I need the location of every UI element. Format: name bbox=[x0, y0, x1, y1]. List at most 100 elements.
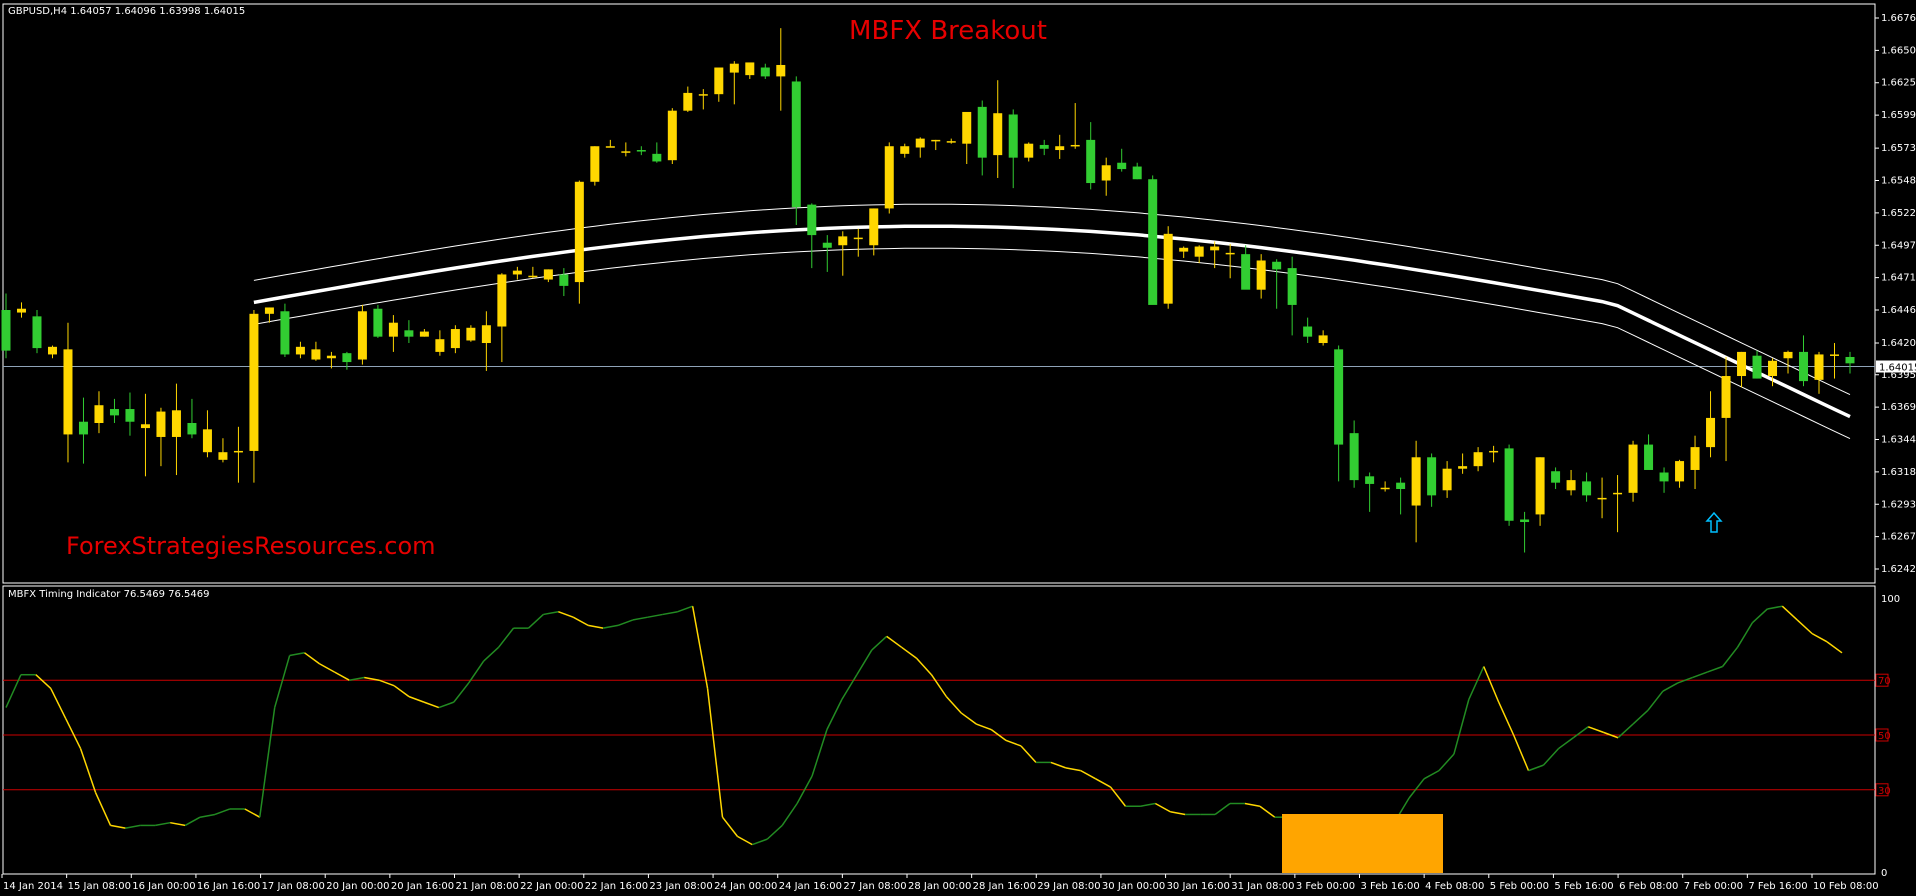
candle bbox=[946, 138, 956, 144]
price-tick-label: 1.62930 bbox=[1881, 499, 1916, 510]
candle bbox=[1644, 434, 1654, 470]
candle bbox=[1628, 440, 1638, 502]
indicator-segment bbox=[94, 792, 112, 826]
indicator-segment bbox=[588, 624, 604, 629]
indicator-segment bbox=[110, 824, 126, 829]
indicator-segment bbox=[662, 610, 678, 616]
indicator-segment bbox=[1587, 726, 1604, 733]
candle bbox=[94, 391, 104, 434]
candlestick-series bbox=[1, 28, 1855, 553]
indicator-segment bbox=[527, 613, 544, 629]
candle-body bbox=[884, 146, 894, 209]
candle bbox=[1070, 103, 1080, 149]
price-tick-label: 1.65995 bbox=[1881, 110, 1916, 121]
candle-body bbox=[1473, 452, 1483, 467]
indicator-segment bbox=[468, 660, 485, 684]
candle-body bbox=[745, 62, 755, 76]
time-tick-label: 15 Jan 08:00 bbox=[68, 881, 131, 892]
chart-canvas[interactable]: 1.66760 1.66505 1.66250 1.65995 1.65735 1.654… bbox=[0, 0, 1916, 896]
candle bbox=[1489, 445, 1499, 463]
candle-body bbox=[1721, 376, 1731, 418]
candle bbox=[1504, 444, 1514, 526]
candle-body bbox=[140, 424, 150, 429]
candle-body bbox=[869, 208, 879, 246]
candle-body bbox=[295, 346, 305, 355]
candle-body bbox=[574, 181, 584, 283]
time-tick-label: 16 Jan 00:00 bbox=[132, 881, 195, 892]
indicator-panel-frame bbox=[2, 585, 1876, 875]
buy-arrow-icon bbox=[1705, 511, 1723, 533]
candle-body bbox=[1334, 349, 1344, 445]
candle-body bbox=[1489, 450, 1499, 453]
time-tick-label: 5 Feb 16:00 bbox=[1554, 881, 1613, 892]
candle bbox=[140, 393, 150, 477]
indicator-segment bbox=[1632, 709, 1649, 725]
indicator-segment bbox=[1259, 805, 1276, 818]
candle-body bbox=[481, 325, 491, 344]
price-tick-label: 1.66760 bbox=[1881, 13, 1916, 24]
current-price-label: 1.64015 bbox=[1879, 363, 1916, 374]
candle-body bbox=[1799, 351, 1809, 382]
candle-body bbox=[931, 139, 941, 142]
candle bbox=[1024, 142, 1034, 162]
time-tick-label: 3 Feb 00:00 bbox=[1296, 881, 1355, 892]
indicator-segment bbox=[1528, 764, 1544, 772]
indicator-segment bbox=[65, 718, 82, 750]
candle-body bbox=[1442, 468, 1452, 491]
candle bbox=[698, 89, 708, 110]
indicator-tick-label: 0 bbox=[1881, 868, 1887, 879]
candle-body bbox=[1845, 356, 1855, 364]
candle bbox=[404, 320, 414, 344]
indicator-segment bbox=[1214, 802, 1231, 816]
candle bbox=[1737, 351, 1747, 388]
indicator-segment bbox=[289, 652, 305, 657]
indicator-segment bbox=[1140, 802, 1156, 807]
candle bbox=[1225, 243, 1235, 279]
candle-body bbox=[1768, 360, 1778, 377]
candle bbox=[1752, 350, 1762, 379]
candle-body bbox=[1179, 247, 1189, 252]
candle bbox=[497, 273, 507, 363]
candle-body bbox=[760, 67, 770, 77]
indicator-segment bbox=[1080, 769, 1097, 780]
candle bbox=[714, 67, 724, 102]
indicator-segment bbox=[155, 821, 171, 827]
candle bbox=[125, 392, 135, 436]
candle bbox=[1086, 122, 1096, 190]
candle-body bbox=[1628, 444, 1638, 493]
price-tick-label: 1.63440 bbox=[1881, 435, 1916, 446]
indicator-segment bbox=[319, 663, 335, 673]
indicator-segment bbox=[408, 695, 425, 703]
indicator-segment bbox=[1707, 665, 1723, 673]
candle-body bbox=[807, 204, 817, 236]
time-tick-label: 21 Jan 08:00 bbox=[456, 881, 519, 892]
time-tick-label: 16 Jan 16:00 bbox=[197, 881, 260, 892]
candle bbox=[481, 311, 491, 371]
time-tick-label: 29 Jan 08:00 bbox=[1037, 881, 1100, 892]
candle bbox=[280, 303, 290, 357]
indicator-segment bbox=[1065, 767, 1081, 772]
indicator-segment bbox=[677, 605, 693, 613]
candle-body bbox=[791, 81, 801, 208]
candle-body bbox=[1814, 354, 1824, 380]
candle-body bbox=[559, 274, 569, 286]
indicator-segment bbox=[1692, 671, 1708, 679]
candle bbox=[915, 137, 925, 158]
candle-body bbox=[218, 452, 228, 460]
candle-body bbox=[1194, 246, 1204, 257]
candle bbox=[1132, 162, 1142, 180]
candle-body bbox=[605, 146, 615, 148]
candle bbox=[962, 111, 972, 165]
candle-body bbox=[497, 274, 507, 327]
indicator-tick-label: 30 bbox=[1878, 786, 1891, 797]
candle-body bbox=[1458, 466, 1468, 469]
indicator-segment bbox=[273, 655, 291, 708]
indicator-segment bbox=[841, 674, 858, 700]
indicator-segment bbox=[1095, 778, 1111, 788]
indicator-segment bbox=[453, 682, 470, 703]
candle bbox=[1380, 481, 1390, 492]
candle bbox=[652, 142, 662, 163]
indicator-tick-label: 50 bbox=[1878, 731, 1891, 742]
indicator-segment bbox=[1811, 632, 1828, 643]
envelope-lower bbox=[253, 247, 1851, 440]
